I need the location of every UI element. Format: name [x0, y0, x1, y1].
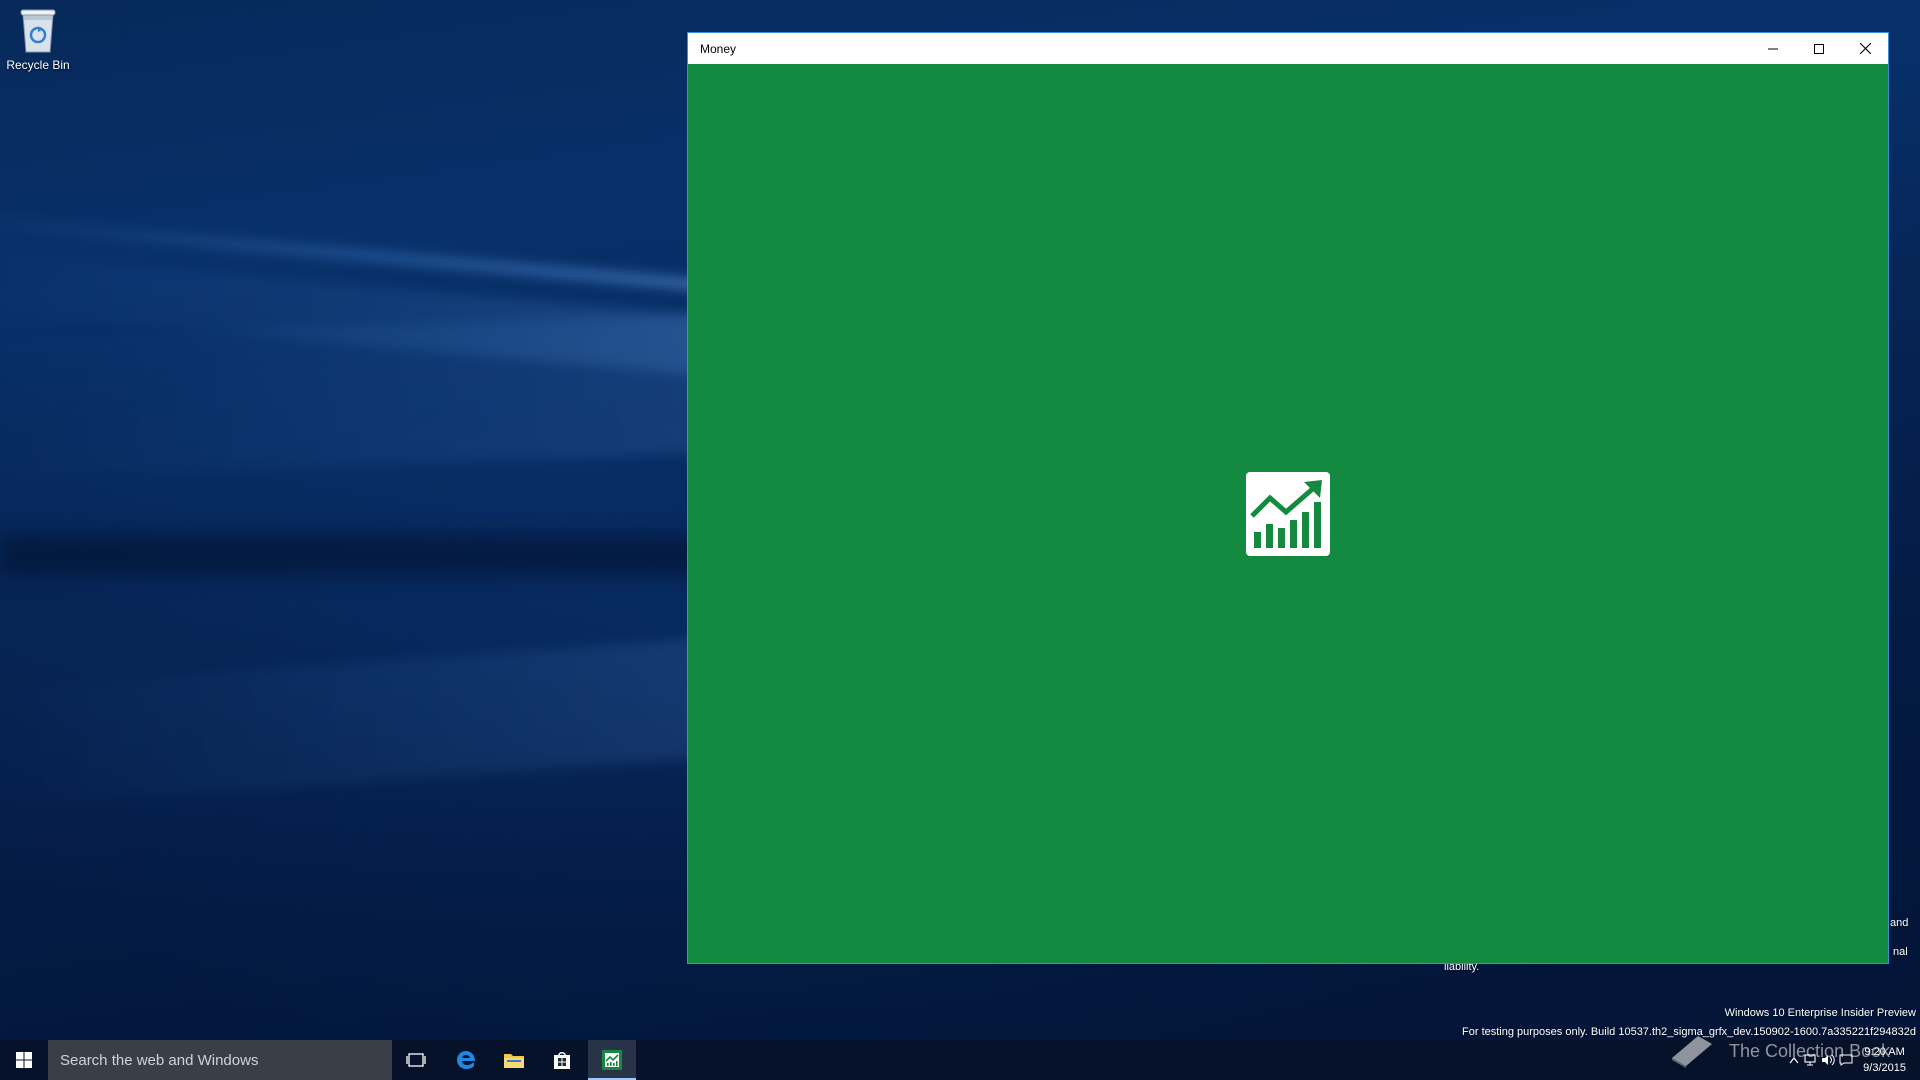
watermark-edition: Windows 10 Enterprise Insider Preview	[1724, 1007, 1916, 1019]
windows-logo-icon	[16, 1052, 32, 1068]
store-icon	[554, 1052, 570, 1069]
wallpaper-beam	[0, 313, 725, 480]
search-placeholder: Search the web and Windows	[60, 1051, 259, 1069]
edge-icon	[457, 1051, 475, 1069]
store-taskbar-button[interactable]	[538, 1040, 586, 1080]
desktop-background: Recycle Bin and nal liability. Windows 1…	[0, 0, 1920, 1080]
wallpaper-beam	[0, 636, 727, 810]
overlay-brand-text: The Collection Book	[1729, 1041, 1891, 1061]
start-button[interactable]	[0, 1040, 48, 1080]
money-app-window[interactable]: Money	[687, 32, 1889, 964]
task-view-button[interactable]	[392, 1040, 440, 1080]
overlay-watermark-brand: The Collection Book	[1668, 1030, 1890, 1073]
minimize-icon	[1768, 48, 1778, 49]
close-button[interactable]	[1842, 33, 1888, 64]
window-title: Money	[700, 42, 737, 56]
book-icon	[1668, 1030, 1716, 1073]
money-chart-icon	[1246, 472, 1330, 556]
recycle-bin-icon	[20, 9, 56, 53]
watermark-partial-text: and	[1890, 917, 1909, 929]
money-taskbar-button[interactable]	[588, 1040, 636, 1080]
maximize-icon	[1814, 43, 1824, 54]
close-icon	[1859, 43, 1871, 54]
taskbar: Search the web and Windows 9:20 AM 9/3/2…	[0, 1040, 1920, 1080]
recycle-bin-shortcut[interactable]: Recycle Bin	[4, 6, 72, 72]
task-view-icon	[406, 1053, 426, 1067]
maximize-button[interactable]	[1796, 33, 1842, 64]
watermark-partial-text: nal	[1893, 946, 1908, 958]
edge-taskbar-button[interactable]	[442, 1040, 490, 1080]
money-icon	[602, 1050, 622, 1070]
minimize-button[interactable]	[1750, 33, 1796, 64]
recycle-bin-label: Recycle Bin	[6, 58, 70, 72]
title-bar[interactable]: Money	[688, 33, 1888, 64]
file-explorer-taskbar-button[interactable]	[490, 1040, 538, 1080]
folder-icon	[504, 1054, 524, 1068]
search-input[interactable]: Search the web and Windows	[48, 1040, 392, 1080]
wallpaper-shadow	[0, 535, 720, 575]
